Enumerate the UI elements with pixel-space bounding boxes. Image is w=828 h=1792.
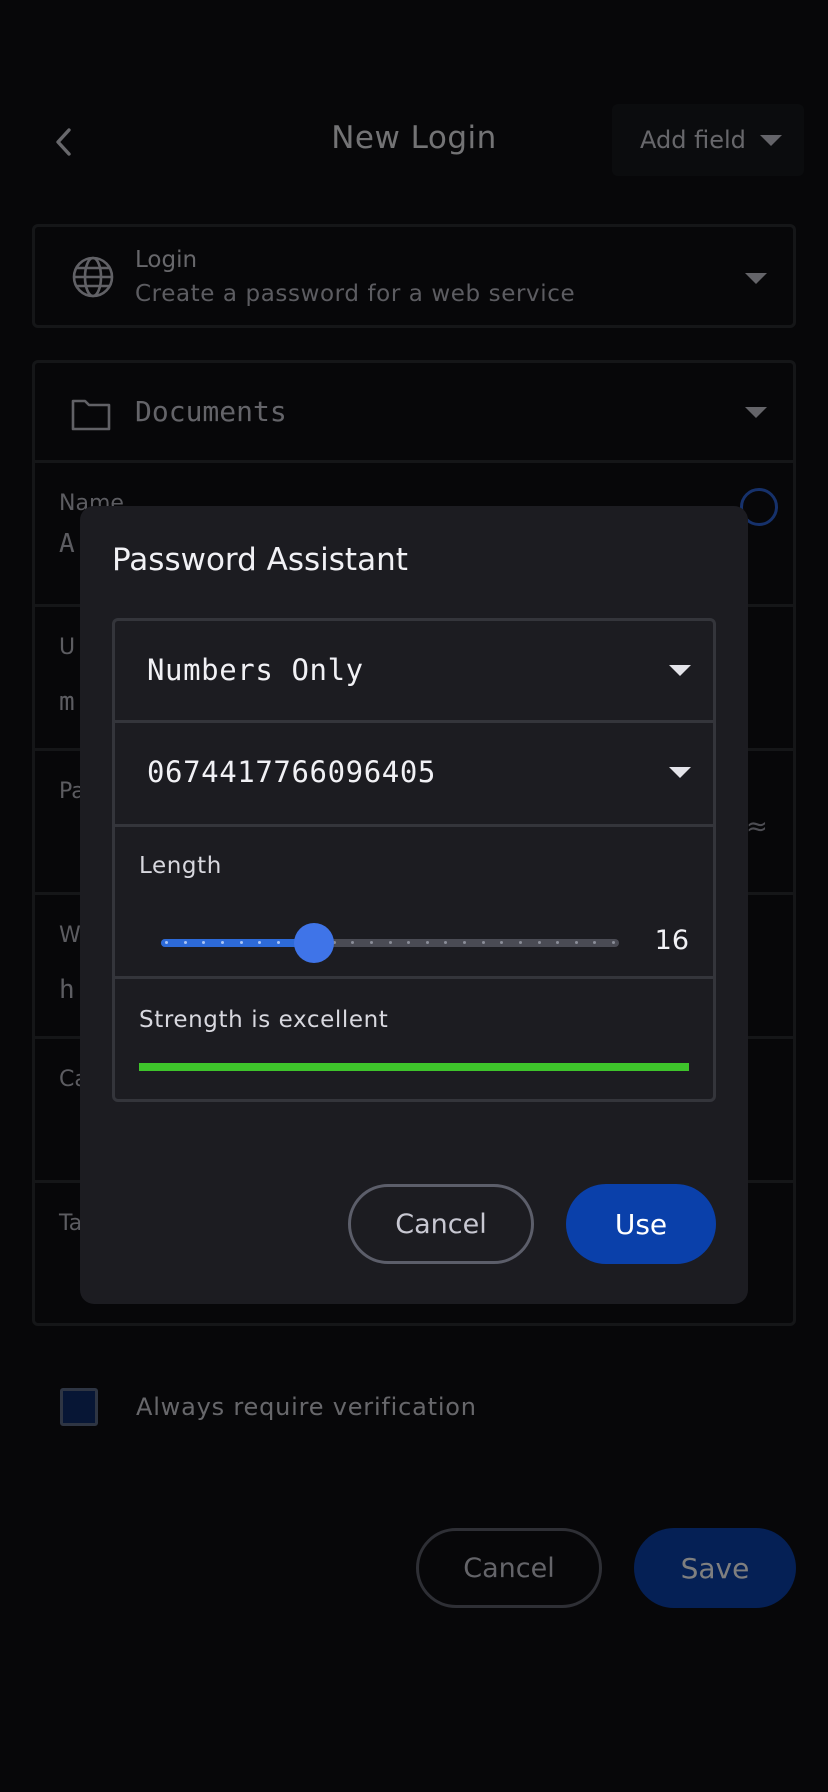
password-type-value: Numbers Only: [147, 653, 364, 687]
slider-tick: [500, 941, 504, 944]
strength-section: Strength is excellent: [115, 979, 713, 1099]
slider-thumb[interactable]: [294, 923, 334, 963]
length-slider[interactable]: [161, 923, 619, 963]
slider-tick: [444, 941, 448, 944]
caret-down-icon: [669, 665, 691, 676]
generator-options: Numbers Only 0674417766096405 Length 16 …: [112, 618, 716, 1102]
length-label: Length: [139, 853, 222, 879]
dialog-title: Password Assistant: [112, 542, 408, 578]
password-assistant-dialog: Password Assistant Numbers Only 06744177…: [80, 506, 748, 1304]
slider-tick: [202, 941, 206, 944]
slider-tick: [369, 941, 373, 944]
slider-tick: [165, 941, 168, 944]
dialog-cancel-button[interactable]: Cancel: [348, 1184, 534, 1264]
strength-label: Strength is excellent: [139, 1007, 389, 1033]
generated-password-dropdown[interactable]: 0674417766096405: [115, 723, 713, 827]
slider-tick: [537, 941, 541, 944]
slider-tick: [388, 941, 392, 944]
slider-tick: [425, 941, 429, 944]
slider-tick: [407, 941, 411, 944]
slider-tick: [276, 941, 280, 944]
slider-tick: [481, 941, 485, 944]
slider-tick: [593, 941, 597, 944]
password-type-dropdown[interactable]: Numbers Only: [115, 621, 713, 723]
slider-tick: [518, 941, 522, 944]
caret-down-icon: [669, 767, 691, 778]
length-section: Length 16: [115, 827, 713, 979]
slider-tick: [463, 941, 466, 944]
slider-tick: [612, 941, 615, 944]
length-value: 16: [654, 925, 689, 956]
slider-tick: [574, 941, 578, 944]
slider-tick: [220, 941, 224, 944]
use-password-button[interactable]: Use: [566, 1184, 716, 1264]
slider-tick: [351, 941, 355, 944]
slider-tick: [239, 941, 243, 944]
strength-meter: [139, 1063, 689, 1071]
strength-meter-fill: [139, 1063, 689, 1071]
slider-tick: [183, 941, 187, 944]
generated-password-value: 0674417766096405: [147, 755, 436, 789]
slider-ticks: [165, 941, 615, 945]
slider-tick: [258, 941, 262, 944]
slider-tick: [556, 941, 560, 944]
